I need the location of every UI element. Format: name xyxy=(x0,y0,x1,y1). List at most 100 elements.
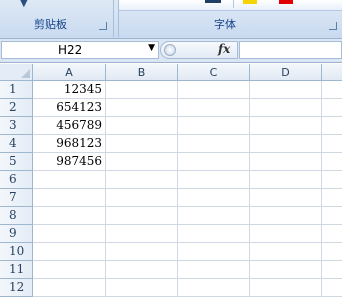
grid-cell[interactable] xyxy=(106,225,178,243)
grid-cell[interactable] xyxy=(322,135,342,153)
row-header[interactable]: 3 xyxy=(0,117,33,135)
grid-cell[interactable] xyxy=(33,225,106,243)
grid-cell[interactable]: 12345 xyxy=(33,81,106,99)
grid-cell[interactable] xyxy=(106,243,178,261)
grid-cell[interactable] xyxy=(106,153,178,171)
name-box-value: H22 xyxy=(58,43,83,57)
grid-cell[interactable] xyxy=(250,99,322,117)
grid-cell[interactable] xyxy=(178,243,250,261)
row-header[interactable]: 5 xyxy=(0,153,33,171)
clipboard-group-label: 剪贴板 xyxy=(34,18,67,31)
grid-cell[interactable] xyxy=(250,171,322,189)
grid-cell[interactable] xyxy=(250,243,322,261)
grid-cell[interactable] xyxy=(250,189,322,207)
column-header-c[interactable]: C xyxy=(178,64,250,81)
grid-cell[interactable] xyxy=(106,279,178,297)
paste-dropdown-arrow-icon[interactable]: ▼ xyxy=(20,0,28,9)
grid-cell[interactable] xyxy=(106,171,178,189)
row-header[interactable]: 11 xyxy=(0,261,33,279)
font-group-label: 字体 xyxy=(214,18,236,31)
grid-cell[interactable] xyxy=(33,189,106,207)
row-header[interactable]: 2 xyxy=(0,99,33,117)
fill-color-swatch[interactable] xyxy=(243,0,257,4)
font-dialog-launcher-icon[interactable] xyxy=(329,22,337,30)
grid-cell[interactable] xyxy=(322,99,342,117)
grid-cell[interactable] xyxy=(33,171,106,189)
grid-cell[interactable] xyxy=(322,279,342,297)
row-header[interactable]: 9 xyxy=(0,225,33,243)
font-color-swatch[interactable] xyxy=(279,0,293,4)
column-header-d[interactable]: D xyxy=(250,64,322,81)
formula-tools: fx xyxy=(160,41,238,59)
font-controls-row xyxy=(119,0,342,11)
grid-cell[interactable] xyxy=(322,153,342,171)
grid-cell[interactable] xyxy=(250,153,322,171)
grid-cell[interactable] xyxy=(106,81,178,99)
grid-cell[interactable] xyxy=(178,207,250,225)
separator xyxy=(233,0,234,8)
row-header[interactable]: 10 xyxy=(0,243,33,261)
grid-cell[interactable] xyxy=(178,261,250,279)
row-header[interactable]: 1 xyxy=(0,81,33,99)
grid-cell[interactable] xyxy=(178,117,250,135)
grid-cell[interactable] xyxy=(178,81,250,99)
grid-cell[interactable] xyxy=(178,279,250,297)
column-header-b[interactable]: B xyxy=(106,64,178,81)
grid-cell[interactable] xyxy=(250,135,322,153)
grid-cell[interactable] xyxy=(178,135,250,153)
grid-cell[interactable] xyxy=(106,261,178,279)
formula-input[interactable] xyxy=(239,41,342,59)
grid-cell[interactable] xyxy=(322,225,342,243)
border-button-icon[interactable] xyxy=(205,0,221,3)
grid-cell[interactable] xyxy=(178,153,250,171)
grid-cell[interactable] xyxy=(178,225,250,243)
grid-cell[interactable] xyxy=(250,261,322,279)
column-header-e-partial[interactable] xyxy=(322,64,342,81)
grid-cell[interactable] xyxy=(106,117,178,135)
grid-cell[interactable]: 968123 xyxy=(33,135,106,153)
grid-cell[interactable] xyxy=(33,207,106,225)
grid-cell[interactable] xyxy=(33,243,106,261)
grid-cell[interactable] xyxy=(322,171,342,189)
row-header[interactable]: 4 xyxy=(0,135,33,153)
row-header[interactable]: 7 xyxy=(0,189,33,207)
grid-cell[interactable]: 987456 xyxy=(33,153,106,171)
grid-cell[interactable] xyxy=(322,207,342,225)
grid-cell[interactable] xyxy=(322,81,342,99)
insert-function-icon[interactable]: fx xyxy=(218,42,230,56)
row-header[interactable]: 12 xyxy=(0,279,33,297)
grid-cell[interactable] xyxy=(250,117,322,135)
grid-cell[interactable] xyxy=(106,207,178,225)
grid-cell[interactable] xyxy=(178,171,250,189)
row-header[interactable]: 8 xyxy=(0,207,33,225)
row-header[interactable]: 6 xyxy=(0,171,33,189)
grid-cell[interactable] xyxy=(178,189,250,207)
grid-cell[interactable] xyxy=(106,189,178,207)
grid-cell[interactable] xyxy=(250,279,322,297)
clipboard-dialog-launcher-icon[interactable] xyxy=(99,22,107,30)
grid-cell[interactable] xyxy=(106,99,178,117)
grid-cell[interactable] xyxy=(322,243,342,261)
select-all-icon xyxy=(21,69,30,78)
resize-knob-icon[interactable] xyxy=(164,44,176,56)
name-box[interactable]: H22 ▼ xyxy=(1,41,159,59)
grid-cell[interactable] xyxy=(106,135,178,153)
grid-cell[interactable]: 654123 xyxy=(33,99,106,117)
grid-cell[interactable] xyxy=(33,261,106,279)
grid-cell[interactable] xyxy=(250,207,322,225)
ribbon: ▼ 剪贴板 字体 xyxy=(0,0,342,39)
select-all-button[interactable] xyxy=(0,64,33,81)
grid-cell[interactable] xyxy=(178,99,250,117)
grid-cell[interactable] xyxy=(250,81,322,99)
worksheet-grid: A B C D 1 12345 2 654123 3 456789 4 968123 5 9874… xyxy=(0,64,342,298)
clipboard-group: ▼ 剪贴板 xyxy=(0,0,114,37)
name-box-dropdown-icon[interactable]: ▼ xyxy=(148,43,155,53)
font-group: 字体 xyxy=(118,0,342,37)
grid-cell[interactable] xyxy=(322,117,342,135)
grid-cell[interactable] xyxy=(33,279,106,297)
grid-cell[interactable] xyxy=(322,189,342,207)
grid-cell[interactable]: 456789 xyxy=(33,117,106,135)
grid-cell[interactable] xyxy=(322,261,342,279)
column-header-a[interactable]: A xyxy=(33,64,106,81)
grid-cell[interactable] xyxy=(250,225,322,243)
